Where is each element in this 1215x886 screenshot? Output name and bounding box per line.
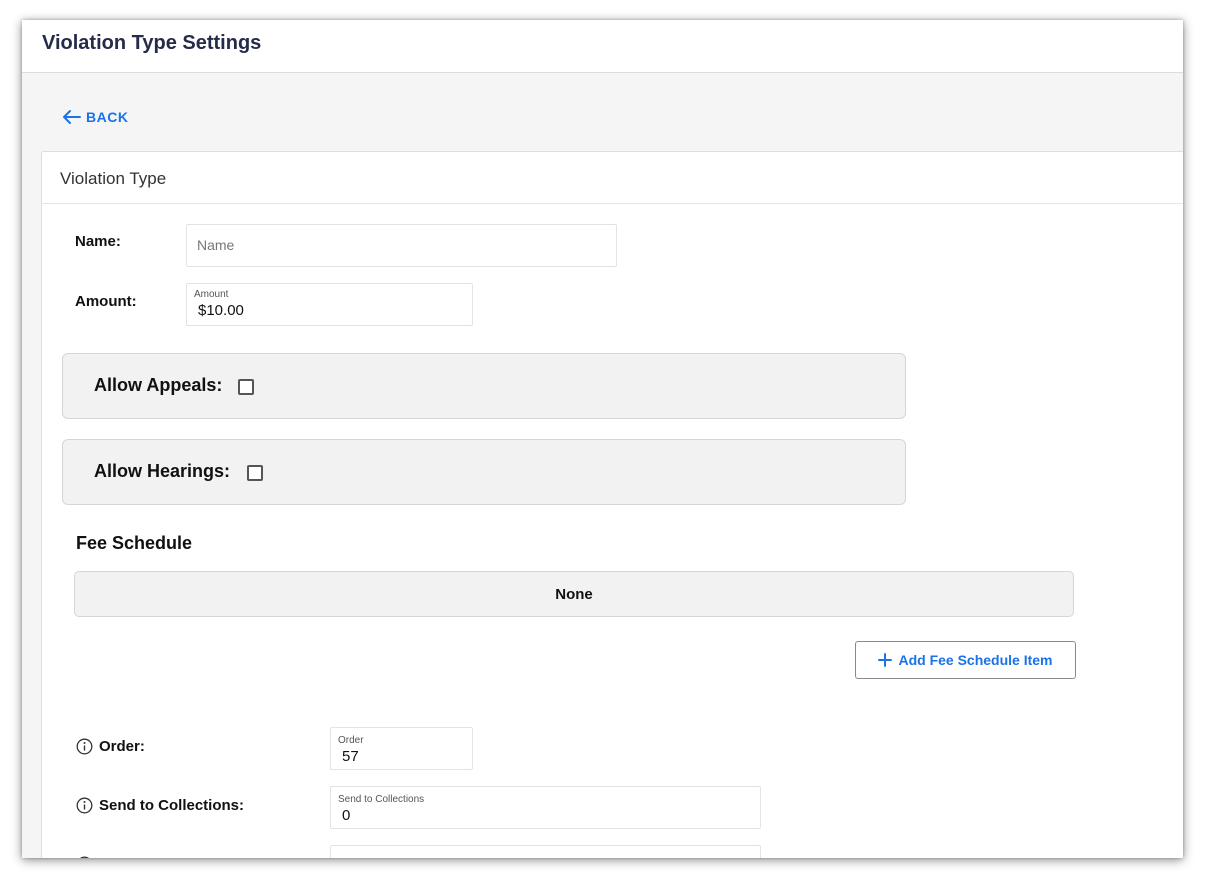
amount-value: $10.00 (198, 302, 244, 319)
order-label-row: Order: (76, 738, 145, 755)
page-header: Violation Type Settings (22, 20, 1183, 73)
name-label: Name: (75, 233, 121, 250)
next-setting-input[interactable] (330, 845, 761, 858)
allow-appeals-label: Allow Appeals: (94, 375, 223, 395)
amount-float-label: Amount (194, 289, 229, 300)
send-to-collections-input[interactable]: Send to Collections 0 (330, 786, 761, 829)
info-icon[interactable] (76, 856, 93, 858)
allow-hearings-checkbox[interactable] (247, 465, 263, 481)
info-icon[interactable] (76, 797, 93, 814)
allow-appeals-checkbox[interactable] (238, 379, 254, 395)
name-placeholder: Name (197, 237, 235, 253)
collections-float-label: Send to Collections (338, 794, 425, 805)
back-label: BACK (86, 109, 129, 125)
order-label: Order: (99, 738, 145, 755)
allow-hearings-panel: Allow Hearings: (62, 439, 906, 505)
order-float-label: Order (338, 735, 364, 746)
collections-label-row: Send to Collections: (76, 797, 244, 814)
allow-hearings-label: Allow Hearings: (94, 461, 231, 481)
card-title: Violation Type (42, 152, 1183, 204)
allow-appeals-panel: Allow Appeals: (62, 353, 906, 419)
order-value: 57 (342, 748, 359, 765)
fee-schedule-list: None (74, 571, 1074, 617)
amount-label: Amount: (75, 293, 137, 310)
page-title: Violation Type Settings (42, 32, 262, 54)
collections-value: 0 (342, 807, 351, 824)
amount-input[interactable]: Amount $10.00 (186, 283, 473, 326)
order-input[interactable]: Order 57 (330, 727, 473, 770)
app-window: Violation Type Settings BACK Violation T… (22, 20, 1183, 858)
name-input[interactable]: Name (186, 224, 617, 267)
plus-icon (878, 653, 893, 667)
collections-label: Send to Collections: (99, 797, 245, 814)
info-icon[interactable] (76, 738, 93, 755)
violation-type-card: Violation Type Name: Name Amount: Amount… (41, 151, 1183, 858)
fee-schedule-empty-text: None (555, 585, 593, 603)
add-fee-schedule-item-label: Add Fee Schedule Item (898, 652, 1053, 668)
add-fee-schedule-item-button[interactable]: Add Fee Schedule Item (855, 641, 1076, 679)
fee-schedule-title: Fee Schedule (76, 533, 193, 553)
back-button[interactable]: BACK (62, 106, 128, 128)
arrow-left-icon (63, 110, 81, 124)
